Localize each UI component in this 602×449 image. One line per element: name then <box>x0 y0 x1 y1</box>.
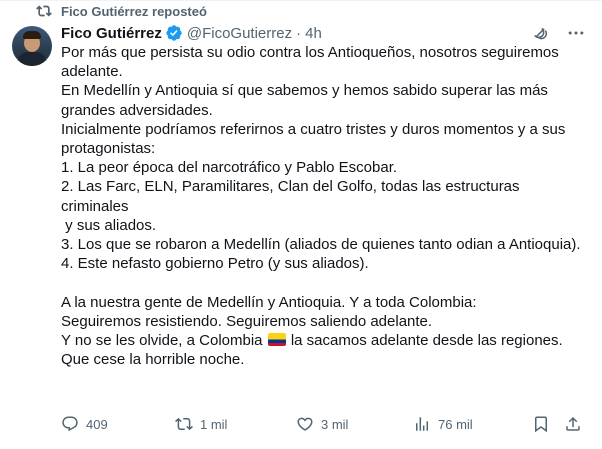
repost-label: Fico Gutiérrez reposteó <box>61 3 207 19</box>
tweet-line: 2. Las Farc, ELN, Paramilitares, Clan de… <box>61 178 524 215</box>
tweet-line: 4. Este nefasto gobierno Petro (y sus al… <box>61 255 369 273</box>
author-name[interactable]: Fico Gutiérrez <box>61 25 162 42</box>
heart-icon <box>297 417 313 431</box>
share-button[interactable] <box>564 415 582 433</box>
bookmark-button[interactable] <box>532 415 550 433</box>
tweet-line: A la nuestra gente de Medellín y Antioqu… <box>61 293 477 311</box>
repost-icon <box>175 417 193 431</box>
separator-dot: · <box>296 24 302 42</box>
colombia-flag-icon <box>267 333 286 347</box>
tweet-line-flag: Y no se les olvide, a Colombia la sacamo… <box>61 331 586 350</box>
verified-badge-icon <box>166 25 182 41</box>
tweet-header: Fico Gutiérrez @FicoGutierrez · 4h <box>61 23 592 43</box>
tweet-line <box>61 273 586 292</box>
tweet-text: Por más que persista su odio contra los … <box>61 43 586 369</box>
like-count: 3 mil <box>321 416 349 432</box>
tweet-line: 1. La peor época del narcotráfico y Pabl… <box>61 159 398 177</box>
share-icon <box>566 416 580 431</box>
avatar[interactable] <box>12 26 52 66</box>
reply-icon <box>62 416 78 432</box>
analytics-icon <box>416 417 428 431</box>
reply-button[interactable]: 409 <box>61 415 108 433</box>
grok-icon[interactable] <box>530 23 550 43</box>
tweet-line: y sus aliados. <box>61 216 157 234</box>
tweet[interactable]: Fico Gutiérrez reposteó Fico Gutiérrez @… <box>0 0 602 449</box>
repost-icon <box>36 5 52 17</box>
view-count: 76 mil <box>438 416 473 432</box>
tweet-line: Por más que persista su odio contra los … <box>61 44 563 81</box>
reply-count: 409 <box>86 416 108 432</box>
repost-button[interactable]: 1 mil <box>175 415 227 433</box>
views-button[interactable]: 76 mil <box>413 415 473 433</box>
tweet-line: 3. Los que se robaron a Medellín (aliado… <box>61 236 581 254</box>
tweet-line: Que cese la horrible noche. <box>61 351 245 369</box>
bookmark-icon <box>535 416 547 433</box>
tweet-line: Inicialmente podríamos referirnos a cuat… <box>61 120 570 158</box>
like-button[interactable]: 3 mil <box>296 415 348 433</box>
more-options-icon[interactable] <box>566 23 586 43</box>
flag-line-after: la sacamos adelante desde las regiones. <box>286 332 563 350</box>
repost-context[interactable]: Fico Gutiérrez reposteó <box>36 3 207 19</box>
flag-line-before: Y no se les olvide, a Colombia <box>61 332 267 350</box>
tweet-line: Seguiremos resistiendo. Seguiremos salie… <box>61 312 433 330</box>
tweet-actions: 409 1 mil 3 mil 76 mil <box>61 415 586 437</box>
tweet-line: En Medellín y Antioquia sí que sabemos y… <box>61 82 553 119</box>
timestamp[interactable]: 4h <box>305 25 322 42</box>
author-handle[interactable]: @FicoGutierrez <box>187 25 292 42</box>
repost-count: 1 mil <box>200 416 228 432</box>
